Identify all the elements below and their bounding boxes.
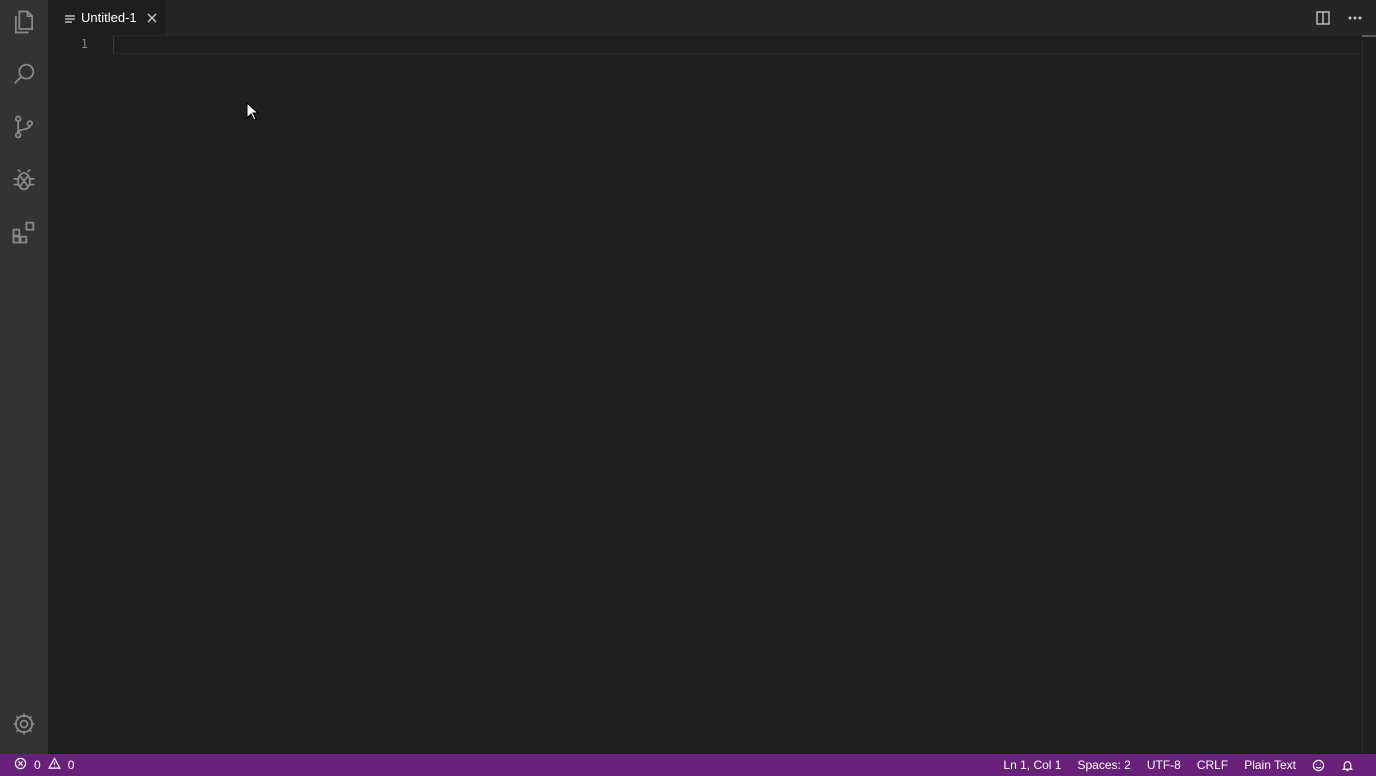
- activity-manage[interactable]: [0, 702, 48, 750]
- scrollbar-cursor-marker: [1362, 35, 1376, 37]
- warning-icon: [47, 757, 61, 773]
- vertical-scrollbar[interactable]: [1362, 35, 1376, 754]
- activity-debug[interactable]: [0, 158, 48, 206]
- encoding[interactable]: UTF-8: [1139, 754, 1189, 776]
- activity-extensions[interactable]: [0, 210, 48, 258]
- text-cursor: [113, 36, 114, 53]
- error-count: 0: [34, 758, 41, 772]
- current-line-highlight: [110, 35, 1360, 54]
- tab-close-button[interactable]: [145, 11, 159, 25]
- split-editor-button[interactable]: [1314, 9, 1332, 27]
- vscode-window: Untitled-1 1 0 0 Ln 1, Col 1 Spaces: 2 U…: [0, 0, 1376, 776]
- more-actions-button[interactable]: [1346, 9, 1364, 27]
- bell-icon: [1341, 760, 1354, 771]
- notifications-button[interactable]: [1333, 754, 1362, 776]
- close-icon: [147, 13, 157, 22]
- tab-label: Untitled-1: [81, 10, 137, 25]
- end-of-line[interactable]: CRLF: [1189, 754, 1236, 776]
- split-editor-icon: [1316, 10, 1330, 25]
- status-bar: 0 0 Ln 1, Col 1 Spaces: 2 UTF-8 CRLF Pla…: [0, 754, 1376, 776]
- mouse-pointer-icon: [246, 101, 260, 122]
- source-control-icon: [10, 113, 38, 146]
- extensions-icon: [10, 218, 38, 251]
- smiley-icon: [1312, 759, 1325, 771]
- warning-count: 0: [67, 758, 75, 772]
- more-icon: [1348, 16, 1362, 19]
- language-mode[interactable]: Plain Text: [1236, 754, 1304, 776]
- files-icon: [10, 8, 38, 41]
- status-right: Ln 1, Col 1 Spaces: 2 UTF-8 CRLF Plain T…: [995, 754, 1376, 776]
- problems-indicator[interactable]: 0 0: [0, 757, 77, 773]
- indentation[interactable]: Spaces: 2: [1069, 754, 1138, 776]
- activity-bar: [0, 0, 48, 754]
- line-number: 1: [80, 37, 88, 51]
- gear-icon: [10, 710, 38, 743]
- error-icon: [14, 757, 27, 773]
- text-editor[interactable]: 1: [48, 35, 1376, 754]
- cursor-position[interactable]: Ln 1, Col 1: [995, 754, 1069, 776]
- tab-untitled-1[interactable]: Untitled-1: [48, 0, 166, 35]
- editor-actions: [1314, 0, 1364, 35]
- activity-search[interactable]: [0, 52, 48, 100]
- file-lines-icon: [64, 12, 76, 24]
- feedback-button[interactable]: [1304, 754, 1333, 776]
- search-icon: [10, 60, 38, 93]
- activity-explorer[interactable]: [0, 0, 48, 48]
- tab-bar: Untitled-1: [48, 0, 1376, 35]
- activity-source-control[interactable]: [0, 105, 48, 153]
- debug-icon: [10, 166, 38, 199]
